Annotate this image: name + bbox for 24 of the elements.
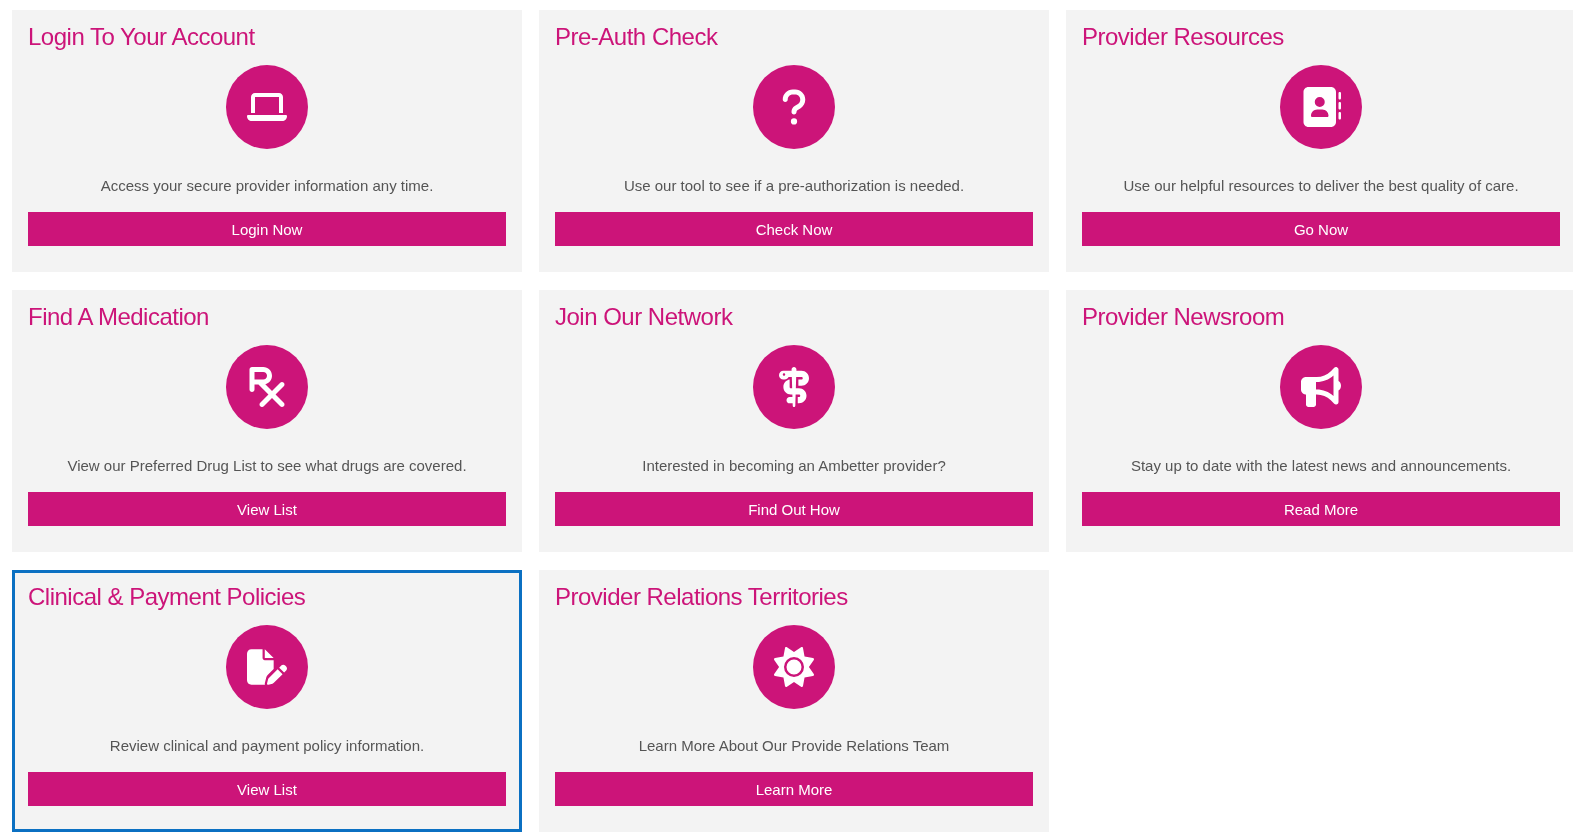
- card-title: Provider Newsroom: [1082, 303, 1285, 331]
- card-title: Provider Relations Territories: [555, 583, 848, 611]
- card-description: Use our tool to see if a pre-authorization is needed.: [623, 177, 965, 194]
- card-title: Login To Your Account: [28, 23, 255, 51]
- card-description: Review clinical and payment policy information.: [109, 737, 425, 754]
- action-button[interactable]: Check Now: [555, 212, 1033, 246]
- action-button[interactable]: Find Out How: [555, 492, 1033, 526]
- card-title: Clinical & Payment Policies: [28, 583, 306, 611]
- card-title: Find A Medication: [28, 303, 209, 331]
- action-button[interactable]: Go Now: [1082, 212, 1560, 246]
- card-title: Pre-Auth Check: [555, 23, 718, 51]
- card-title: Join Our Network: [555, 303, 733, 331]
- action-button[interactable]: View List: [28, 492, 506, 526]
- card-description: View our Preferred Drug List to see what drugs are covered.: [67, 457, 467, 474]
- card-description: Interested in becoming an Ambetter provider?: [642, 457, 946, 474]
- card-title: Provider Resources: [1082, 23, 1284, 51]
- card-description: Learn More About Our Provide Relations Team: [638, 737, 950, 754]
- card-description: Use our helpful resources to deliver the best quality of care.: [1123, 177, 1519, 194]
- action-button[interactable]: Learn More: [555, 772, 1033, 806]
- card-description: Access your secure provider information any time.: [100, 177, 434, 194]
- action-button[interactable]: View List: [28, 772, 506, 806]
- action-button[interactable]: Login Now: [28, 212, 506, 246]
- card-description: Stay up to date with the latest news and announcements.: [1130, 457, 1512, 474]
- action-button[interactable]: Read More: [1082, 492, 1560, 526]
